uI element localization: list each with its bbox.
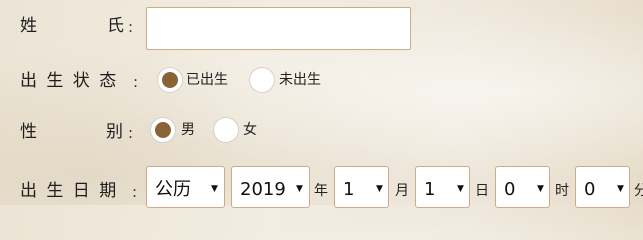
month-unit: 月 xyxy=(395,183,409,199)
unborn-radio[interactable] xyxy=(249,67,275,93)
year-select[interactable]: 2019 ▼ xyxy=(231,166,310,208)
surname-label-first: 姓 xyxy=(20,16,37,36)
chevron-down-icon: ▼ xyxy=(296,184,303,194)
chevron-down-icon: ▼ xyxy=(211,184,218,194)
minute-select-value: 0 xyxy=(584,179,596,200)
birth-date-label: 出 生 日 期 xyxy=(20,181,119,201)
calendar-select-value: 公历 xyxy=(155,179,191,200)
day-unit: 日 xyxy=(475,183,489,199)
year-unit: 年 xyxy=(314,183,328,199)
chevron-down-icon: ▼ xyxy=(537,184,544,194)
born-radio-label[interactable]: 已出生 xyxy=(186,71,228,89)
male-radio[interactable] xyxy=(150,117,176,143)
gender-colon: : xyxy=(128,124,134,142)
surname-colon: : xyxy=(128,18,134,36)
month-select[interactable]: 1 ▼ xyxy=(334,166,389,208)
calendar-select[interactable]: 公历 ▼ xyxy=(146,166,225,208)
female-radio[interactable] xyxy=(213,117,239,143)
surname-input[interactable] xyxy=(146,7,411,50)
hour-unit: 时 xyxy=(555,183,569,199)
year-select-value: 2019 xyxy=(240,179,286,200)
month-select-value: 1 xyxy=(343,179,355,200)
hour-select[interactable]: 0 ▼ xyxy=(495,166,550,208)
chevron-down-icon: ▼ xyxy=(376,184,383,194)
born-radio[interactable] xyxy=(157,67,183,93)
female-radio-label[interactable]: 女 xyxy=(243,121,257,139)
birth-status-label: 出 生 状 态 xyxy=(20,71,119,91)
birth-date-colon: : xyxy=(132,183,138,201)
surname-label-second: 氏 xyxy=(107,16,124,36)
gender-label-first: 性 xyxy=(20,122,37,142)
day-select-value: 1 xyxy=(424,179,436,200)
gender-label-second: 别 xyxy=(106,122,123,142)
day-select[interactable]: 1 ▼ xyxy=(415,166,470,208)
hour-select-value: 0 xyxy=(504,179,516,200)
minute-unit: 分 xyxy=(634,183,643,199)
birth-status-colon: : xyxy=(133,73,139,91)
minute-select[interactable]: 0 ▼ xyxy=(575,166,630,208)
chevron-down-icon: ▼ xyxy=(457,184,464,194)
unborn-radio-label[interactable]: 未出生 xyxy=(279,71,321,89)
male-radio-label[interactable]: 男 xyxy=(181,121,195,139)
chevron-down-icon: ▼ xyxy=(617,184,624,194)
